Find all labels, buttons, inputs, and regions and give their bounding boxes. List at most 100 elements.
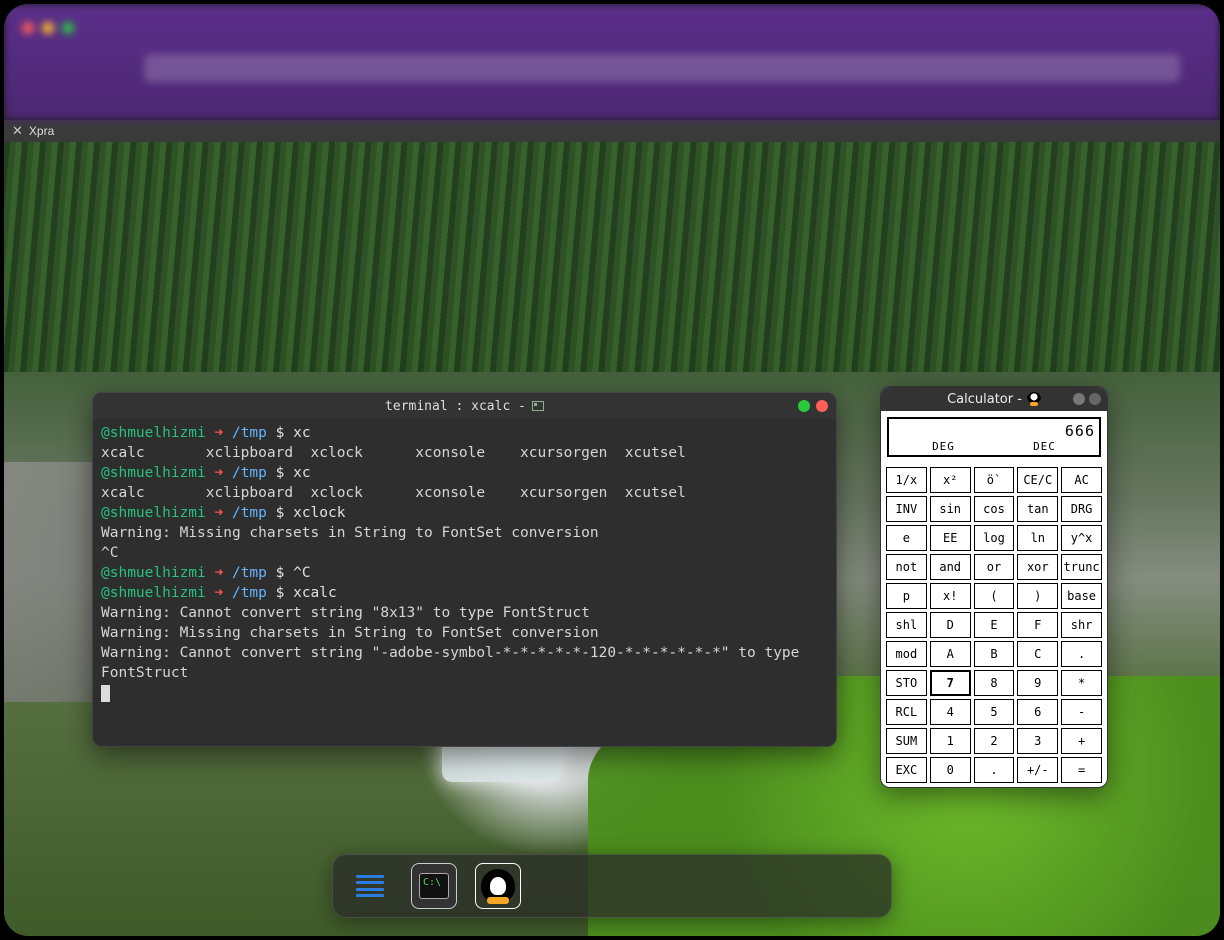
calc-button-3[interactable]: 3 — [1017, 728, 1058, 754]
terminal-window[interactable]: terminal : xcalc - @shmuelhizmi ➜ /tmp $… — [92, 392, 837, 747]
terminal-body[interactable]: @shmuelhizmi ➜ /tmp $ xcxcalc xclipboard… — [93, 419, 836, 746]
wallpaper-forest — [4, 142, 1220, 372]
terminal-prompt-line: @shmuelhizmi ➜ /tmp $ xc — [101, 423, 828, 443]
calculator-mode-dec: DEC — [1033, 440, 1056, 453]
linux-penguin-icon — [481, 869, 515, 903]
terminal-output-line: ^C — [101, 543, 828, 563]
calc-button-c[interactable]: C — [1017, 641, 1058, 667]
calc-button-e[interactable]: E — [974, 612, 1015, 638]
calc-button-5[interactable]: 5 — [974, 699, 1015, 725]
calc-button-[interactable]: . — [974, 757, 1015, 783]
calc-button-log[interactable]: log — [974, 525, 1015, 551]
calc-button-ln[interactable]: ln — [1017, 525, 1058, 551]
calc-button-x[interactable]: x² — [930, 467, 971, 493]
dock-item-terminal[interactable] — [411, 863, 457, 909]
calculator-titlebar[interactable]: Calculator - — [881, 387, 1107, 411]
calc-button-mod[interactable]: mod — [886, 641, 927, 667]
desktop-background: terminal : xcalc - @shmuelhizmi ➜ /tmp $… — [4, 142, 1220, 936]
terminal-close-button[interactable] — [816, 400, 828, 412]
calc-button-6[interactable]: 6 — [1017, 699, 1058, 725]
calc-button-[interactable]: - — [1061, 699, 1102, 725]
calc-button-ac[interactable]: AC — [1061, 467, 1102, 493]
calculator-display-value: 666 — [893, 422, 1095, 440]
calc-button-rcl[interactable]: RCL — [886, 699, 927, 725]
calc-button-[interactable]: . — [1061, 641, 1102, 667]
calc-button-sin[interactable]: sin — [930, 496, 971, 522]
calc-button-[interactable]: ( — [974, 583, 1015, 609]
terminal-minimize-button[interactable] — [798, 400, 810, 412]
terminal-output-line: Warning: Missing charsets in String to F… — [101, 623, 828, 643]
calc-button-0[interactable]: 0 — [930, 757, 971, 783]
screen-frame: ✕ Xpra terminal : xcalc - @shmuelhizmi ➜… — [4, 4, 1220, 936]
terminal-prompt-line: @shmuelhizmi ➜ /tmp $ ^C — [101, 563, 828, 583]
terminal-output-line: Warning: Cannot convert string "-adobe-s… — [101, 643, 828, 663]
terminal-cursor — [101, 685, 110, 702]
terminal-output-line: FontStruct — [101, 663, 828, 683]
calc-button-and[interactable]: and — [930, 554, 971, 580]
calc-button-[interactable]: = — [1061, 757, 1102, 783]
calc-button-base[interactable]: base — [1061, 583, 1102, 609]
terminal-output-line: Warning: Missing charsets in String to F… — [101, 523, 828, 543]
xpra-menubar[interactable]: ✕ Xpra — [4, 120, 1220, 142]
calculator-minimize-button[interactable] — [1073, 393, 1085, 405]
terminal-output-line: xcalc xclipboard xclock xconsole xcursor… — [101, 443, 828, 463]
calc-button-ee[interactable]: EE — [930, 525, 971, 551]
calc-button-e[interactable]: e — [886, 525, 927, 551]
calc-button-d[interactable]: D — [930, 612, 971, 638]
calc-button-4[interactable]: 4 — [930, 699, 971, 725]
calc-button-1x[interactable]: 1/x — [886, 467, 927, 493]
calc-button-shr[interactable]: shr — [1061, 612, 1102, 638]
terminal-title: terminal : xcalc - — [385, 399, 526, 414]
calculator-mode-deg: DEG — [932, 440, 955, 453]
calc-button-2[interactable]: 2 — [974, 728, 1015, 754]
calculator-keypad: 1/xx²ö`CE/CACINVsincostanDRGeEEloglny^xn… — [881, 467, 1107, 783]
calc-button-7[interactable]: 7 — [930, 670, 971, 696]
calc-button-sto[interactable]: STO — [886, 670, 927, 696]
calc-button-sum[interactable]: SUM — [886, 728, 927, 754]
terminal-prompt-line: @shmuelhizmi ➜ /tmp $ xcalc — [101, 583, 828, 603]
penguin-icon — [1027, 392, 1041, 406]
terminal-output-line: Warning: Cannot convert string "8x13" to… — [101, 603, 828, 623]
calc-button-shl[interactable]: shl — [886, 612, 927, 638]
calc-button-exc[interactable]: EXC — [886, 757, 927, 783]
calc-button-cos[interactable]: cos — [974, 496, 1015, 522]
calc-button-8[interactable]: 8 — [974, 670, 1015, 696]
dock-item-menu[interactable] — [347, 863, 393, 909]
calc-button-cec[interactable]: CE/C — [1017, 467, 1058, 493]
calc-button-yx[interactable]: y^x — [1061, 525, 1102, 551]
calc-button-xor[interactable]: xor — [1017, 554, 1058, 580]
calculator-close-button[interactable] — [1089, 393, 1101, 405]
calc-button-inv[interactable]: INV — [886, 496, 927, 522]
terminal-output-line: xcalc xclipboard xclock xconsole xcursor… — [101, 483, 828, 503]
menu-icon — [356, 875, 384, 897]
terminal-titlebar[interactable]: terminal : xcalc - — [93, 393, 836, 419]
terminal-icon — [419, 873, 449, 899]
calc-button-9[interactable]: 9 — [1017, 670, 1058, 696]
calculator-window[interactable]: Calculator - 666 DEG DEC 1/xx²ö`CE/CACIN… — [880, 386, 1108, 788]
calc-button-[interactable]: +/- — [1017, 757, 1058, 783]
xpra-label: Xpra — [29, 124, 54, 138]
calc-button-tan[interactable]: tan — [1017, 496, 1058, 522]
dock — [332, 854, 892, 918]
calc-button-b[interactable]: B — [974, 641, 1015, 667]
host-address-bar — [144, 54, 1180, 82]
calc-button-1[interactable]: 1 — [930, 728, 971, 754]
terminal-prompt-line: @shmuelhizmi ➜ /tmp $ xc — [101, 463, 828, 483]
xpra-logo-icon: ✕ — [12, 123, 23, 139]
calc-button-x[interactable]: x! — [930, 583, 971, 609]
calc-button-drg[interactable]: DRG — [1061, 496, 1102, 522]
terminal-title-icon — [532, 401, 544, 411]
calc-button-trunc[interactable]: trunc — [1061, 554, 1102, 580]
calc-button-[interactable]: ö` — [974, 467, 1015, 493]
calc-button-p[interactable]: p — [886, 583, 927, 609]
calc-button-or[interactable]: or — [974, 554, 1015, 580]
calc-button-not[interactable]: not — [886, 554, 927, 580]
calc-button-f[interactable]: F — [1017, 612, 1058, 638]
calc-button-[interactable]: + — [1061, 728, 1102, 754]
calc-button-[interactable]: ) — [1017, 583, 1058, 609]
calc-button-[interactable]: * — [1061, 670, 1102, 696]
host-traffic-lights — [22, 22, 74, 34]
dock-item-penguin[interactable] — [475, 863, 521, 909]
host-browser-chrome — [4, 4, 1220, 120]
calc-button-a[interactable]: A — [930, 641, 971, 667]
